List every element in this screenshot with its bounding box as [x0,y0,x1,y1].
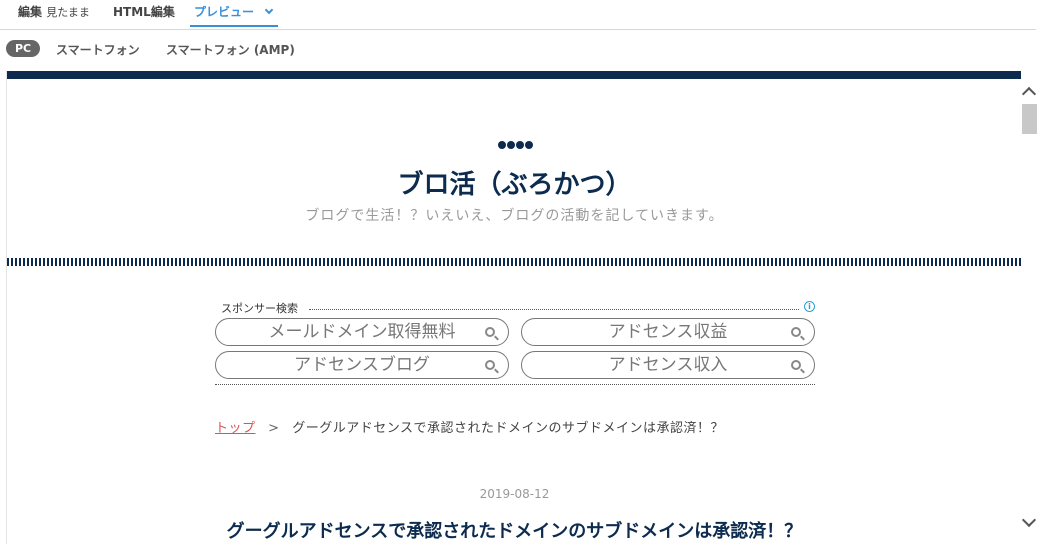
device-switcher: PC スマートフォン スマートフォン (AMP) [0,38,1036,62]
sponsor-search-button[interactable]: アドセンス収入 [521,351,815,379]
preview-frame: ブロ活（ぶろかつ） ブログで生活！？いえいえ、ブログの活動を記していきます。 ス… [6,71,1021,544]
scroll-down-icon[interactable] [1021,512,1037,528]
search-icon [791,327,801,337]
header-bar [7,71,1021,79]
tab-preview[interactable]: プレビュー [189,3,279,27]
site-description: ブログで生活！？いえいえ、ブログの活動を記していきます。 [305,208,724,224]
scroll-up-icon[interactable] [1021,86,1037,102]
sponsor-search-label: アドセンス収入 [608,355,728,375]
site-title[interactable]: ブロ活（ぶろかつ） [7,164,1021,201]
sponsor-search-button[interactable]: アドセンスブログ [215,351,509,379]
search-icon [485,360,495,370]
breadcrumb-current: グーグルアドセンスで承認されたドメインのサブドメインは承認済！？ [292,421,724,436]
device-amp-button[interactable]: スマートフォン (AMP) [166,41,295,58]
search-icon [791,360,801,370]
sponsor-search-label: メールドメイン取得無料 [268,322,456,342]
device-pc-button[interactable]: PC [6,40,41,57]
sponsor-search-button[interactable]: メールドメイン取得無料 [215,318,509,346]
search-icon [485,327,495,337]
tab-html-label: HTML編集 [113,5,175,19]
sponsor-heading: スポンサー検索 [221,302,298,315]
breadcrumb: トップ > グーグルアドセンスで承認されたドメインのサブドメインは承認済！？ [215,417,724,436]
breadcrumb-separator: > [268,421,280,436]
chevron-down-icon[interactable] [264,5,274,15]
breadcrumb-top-link[interactable]: トップ [215,421,256,436]
sponsored-search: スポンサー検索 i メールドメイン取得無料 アドセンス収益 アドセンスブログ ア… [215,297,815,385]
device-smartphone-button[interactable]: スマートフォン [56,41,140,58]
sponsor-search-label: アドセンスブログ [294,355,430,375]
info-icon[interactable]: i [804,301,815,312]
sponsor-header: スポンサー検索 i [221,300,815,316]
post-date: 2019-08-12 [479,487,550,501]
post-title[interactable]: グーグルアドセンスで承認されたドメインのサブドメインは承認済！？ [7,517,1021,543]
scrollbar-thumb[interactable] [1022,104,1037,134]
tab-preview-label: プレビュー [194,5,255,19]
tab-edit-label: 編集 [18,5,43,19]
tab-html[interactable]: HTML編集 [113,3,175,20]
editor-tabs: 編集 見たまま HTML編集 プレビュー [0,0,1036,30]
preview-scrollbar[interactable] [1021,80,1038,544]
tab-edit[interactable]: 編集 見たまま [18,3,90,20]
tab-edit-sub: 見たまま [46,6,90,19]
header-divider [7,258,1021,266]
site-logo-icon [498,141,533,149]
sponsor-search-button[interactable]: アドセンス収益 [521,318,815,346]
sponsor-search-label: アドセンス収益 [608,322,728,342]
